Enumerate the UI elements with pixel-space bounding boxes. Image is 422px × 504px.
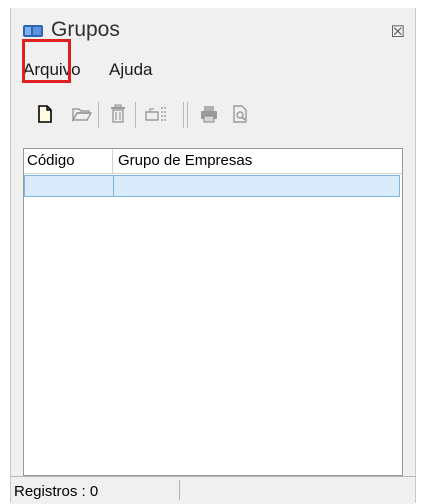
column-header-grupo[interactable]: Grupo de Empresas — [118, 152, 252, 169]
print-button[interactable] — [194, 100, 224, 128]
column-divider[interactable] — [112, 149, 113, 173]
records-grid[interactable]: Código Grupo de Empresas — [23, 148, 403, 476]
toolbar-separator — [98, 102, 99, 128]
status-separator — [179, 480, 180, 500]
table-row[interactable] — [24, 175, 400, 197]
open-button[interactable] — [67, 100, 97, 128]
grid-header: Código Grupo de Empresas — [24, 149, 402, 174]
print-preview-icon — [233, 105, 247, 123]
new-button[interactable] — [30, 100, 60, 128]
new-document-icon — [38, 105, 52, 123]
edit-button[interactable] — [141, 100, 171, 128]
menu-bar: Arquivo Ajuda — [11, 58, 415, 84]
grupos-window: Grupos ☒ Arquivo Ajuda Código Grupo de E… — [10, 8, 416, 504]
close-icon[interactable]: ☒ — [391, 22, 405, 42]
toolbar-separator — [135, 102, 136, 128]
open-folder-icon — [71, 108, 93, 123]
title-bar: Grupos ☒ — [11, 8, 415, 54]
toolbar — [11, 86, 415, 144]
delete-button[interactable] — [103, 100, 133, 128]
column-header-codigo[interactable]: Código — [27, 152, 75, 169]
print-preview-button[interactable] — [225, 100, 255, 128]
menu-ajuda[interactable]: Ajuda — [109, 60, 152, 80]
status-bar: Registros : 0 — [11, 476, 415, 504]
window-app-icon — [23, 24, 43, 38]
toolbar-separator — [183, 102, 184, 128]
toolbar-separator — [187, 102, 188, 128]
trash-icon — [111, 104, 125, 123]
printer-icon — [201, 106, 217, 123]
records-count: Registros : 0 — [14, 483, 99, 500]
cell-divider — [113, 176, 114, 196]
new-button-highlight — [22, 39, 71, 83]
edit-form-icon — [145, 107, 166, 121]
